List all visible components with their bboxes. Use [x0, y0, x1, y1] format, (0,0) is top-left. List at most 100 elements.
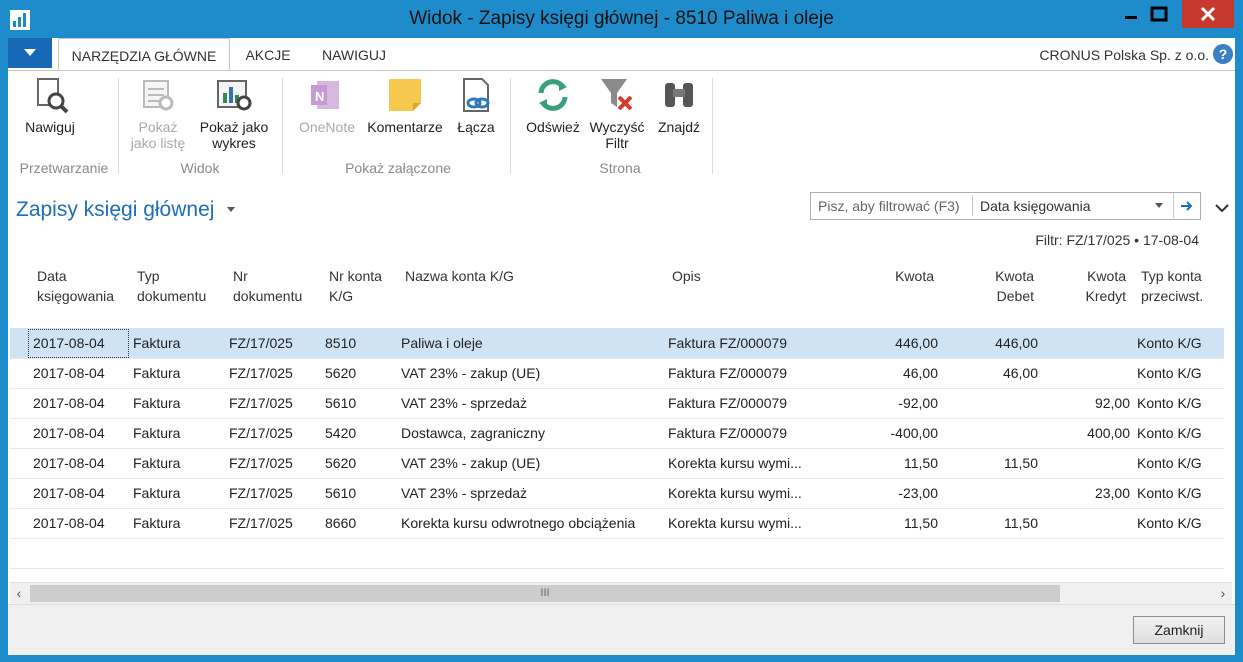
chevron-down-icon[interactable]	[1154, 203, 1164, 209]
cell-kwota[interactable]: -400,00	[838, 418, 938, 448]
cell-kredyt[interactable]	[1050, 448, 1130, 478]
cell-konto[interactable]: 5610	[325, 388, 395, 418]
filter-apply-button[interactable]	[1173, 193, 1200, 218]
app-menu-button[interactable]	[8, 38, 52, 68]
cell-nr[interactable]: FZ/17/025	[229, 478, 319, 508]
odswiez-button[interactable]: Odśwież	[522, 75, 584, 135]
cell-data[interactable]: 2017-08-04	[33, 418, 125, 448]
cell-nazwa[interactable]: VAT 23% - sprzedaż	[401, 478, 661, 508]
cell-data[interactable]: 2017-08-04	[33, 478, 125, 508]
scroll-left-icon[interactable]: ‹	[10, 584, 28, 602]
cell-opis[interactable]: Faktura FZ/000079	[668, 388, 818, 418]
cell-typkonta[interactable]: Konto K/G	[1137, 508, 1223, 538]
cell-typ[interactable]: Faktura	[133, 418, 223, 448]
cell-opis[interactable]: Faktura FZ/000079	[668, 418, 818, 448]
cell-nazwa[interactable]: VAT 23% - zakup (UE)	[401, 358, 661, 388]
cell-data[interactable]: 2017-08-04	[33, 358, 125, 388]
cell-nazwa[interactable]: Dostawca, zagraniczny	[401, 418, 661, 448]
cell-konto[interactable]: 8510	[325, 328, 395, 358]
cell-kredyt[interactable]: 400,00	[1050, 418, 1130, 448]
header-kwota-kredyt[interactable]: Kwota Kredyt	[1066, 266, 1126, 306]
cell-debet[interactable]: 46,00	[958, 358, 1038, 388]
cell-data[interactable]: 2017-08-04	[33, 448, 125, 478]
scrollbar-thumb[interactable]: III	[30, 585, 1060, 602]
header-typ-dokumentu[interactable]: Typ dokumentu	[137, 266, 222, 306]
cell-debet[interactable]	[958, 478, 1038, 508]
cell-typ[interactable]: Faktura	[133, 448, 223, 478]
cell-opis[interactable]: Faktura FZ/000079	[668, 328, 818, 358]
cell-nr[interactable]: FZ/17/025	[229, 508, 319, 538]
filter-field-select[interactable]: Data księgowania	[980, 198, 1091, 214]
cell-kredyt[interactable]	[1050, 358, 1130, 388]
onenote-button[interactable]: N OneNote	[294, 75, 360, 135]
maximize-button[interactable]	[1136, 0, 1182, 28]
cell-kwota[interactable]: 11,50	[838, 508, 938, 538]
page-title[interactable]: Zapisy księgi głównej	[16, 198, 236, 222]
cell-typkonta[interactable]: Konto K/G	[1137, 388, 1223, 418]
header-nazwa-konta[interactable]: Nazwa konta K/G	[405, 266, 655, 286]
close-button[interactable]: Zamknij	[1133, 616, 1225, 644]
cell-typ[interactable]: Faktura	[133, 478, 223, 508]
cell-debet[interactable]: 446,00	[958, 328, 1038, 358]
cell-typkonta[interactable]: Konto K/G	[1137, 448, 1223, 478]
cell-opis[interactable]: Korekta kursu wymi...	[668, 508, 818, 538]
komentarze-button[interactable]: Komentarze	[364, 75, 446, 135]
cell-opis[interactable]: Korekta kursu wymi...	[668, 478, 818, 508]
cell-data[interactable]: 2017-08-04	[33, 388, 125, 418]
cell-typkonta[interactable]: Konto K/G	[1137, 418, 1223, 448]
cell-nr[interactable]: FZ/17/025	[229, 388, 319, 418]
cell-typ[interactable]: Faktura	[133, 328, 223, 358]
cell-kwota[interactable]: 446,00	[838, 328, 938, 358]
header-typ-konta-przeciwst[interactable]: Typ konta przeciwst.	[1141, 266, 1211, 306]
cell-konto[interactable]: 8660	[325, 508, 395, 538]
cell-typkonta[interactable]: Konto K/G	[1137, 478, 1223, 508]
help-icon[interactable]: ?	[1213, 44, 1233, 64]
cell-kwota[interactable]: 11,50	[838, 448, 938, 478]
cell-kredyt[interactable]: 23,00	[1050, 478, 1130, 508]
znajdz-button[interactable]: Znajdź	[652, 75, 706, 135]
cell-debet[interactable]	[958, 418, 1038, 448]
cell-kredyt[interactable]	[1050, 508, 1130, 538]
cell-opis[interactable]: Korekta kursu wymi...	[668, 448, 818, 478]
collapse-chevron-icon[interactable]	[1215, 204, 1229, 213]
tab-akcje[interactable]: AKCJE	[236, 38, 300, 70]
header-kwota-debet[interactable]: Kwota Debet	[974, 266, 1034, 306]
cell-nazwa[interactable]: VAT 23% - sprzedaż	[401, 388, 661, 418]
cell-konto[interactable]: 5620	[325, 358, 395, 388]
cell-debet[interactable]	[958, 388, 1038, 418]
cell-kwota[interactable]: 46,00	[838, 358, 938, 388]
header-kwota[interactable]: Kwota	[854, 266, 934, 286]
header-data-ksiegowania[interactable]: Data księgowania	[37, 266, 127, 306]
pokaz-liste-button[interactable]: Pokaż jako listę	[126, 75, 190, 151]
cell-nr[interactable]: FZ/17/025	[229, 358, 319, 388]
nawiguj-button[interactable]: Nawiguj	[18, 75, 82, 135]
scroll-right-icon[interactable]: ›	[1214, 584, 1232, 602]
cell-nr[interactable]: FZ/17/025	[229, 328, 319, 358]
cell-konto[interactable]: 5620	[325, 448, 395, 478]
cell-kwota[interactable]: -23,00	[838, 478, 938, 508]
wyczysc-filtr-button[interactable]: Wyczyść Filtr	[586, 75, 648, 151]
cell-opis[interactable]: Faktura FZ/000079	[668, 358, 818, 388]
cell-nr[interactable]: FZ/17/025	[229, 418, 319, 448]
cell-konto[interactable]: 5610	[325, 478, 395, 508]
header-nr-dokumentu[interactable]: Nr dokumentu	[233, 266, 318, 306]
cell-debet[interactable]: 11,50	[958, 508, 1038, 538]
empty-row[interactable]	[10, 538, 1224, 569]
cell-typ[interactable]: Faktura	[133, 388, 223, 418]
cell-typ[interactable]: Faktura	[133, 358, 223, 388]
cell-kwota[interactable]: -92,00	[838, 388, 938, 418]
cell-debet[interactable]: 11,50	[958, 448, 1038, 478]
cell-typkonta[interactable]: Konto K/G	[1137, 328, 1223, 358]
cell-data[interactable]: 2017-08-04	[33, 508, 125, 538]
header-opis[interactable]: Opis	[672, 266, 822, 286]
cell-nazwa[interactable]: Paliwa i oleje	[401, 328, 661, 358]
lacza-button[interactable]: Łącza	[452, 75, 500, 135]
tab-narzedzia-glowne[interactable]: NARZĘDZIA GŁÓWNE	[58, 38, 230, 71]
filter-input[interactable]: Pisz, aby filtrować (F3)	[818, 198, 960, 214]
cell-kredyt[interactable]: 92,00	[1050, 388, 1130, 418]
cell-konto[interactable]: 5420	[325, 418, 395, 448]
cell-typ[interactable]: Faktura	[133, 508, 223, 538]
header-nr-konta[interactable]: Nr konta K/G	[329, 266, 395, 306]
pokaz-wykres-button[interactable]: Pokaż jako wykres	[194, 75, 274, 151]
cell-kredyt[interactable]	[1050, 328, 1130, 358]
